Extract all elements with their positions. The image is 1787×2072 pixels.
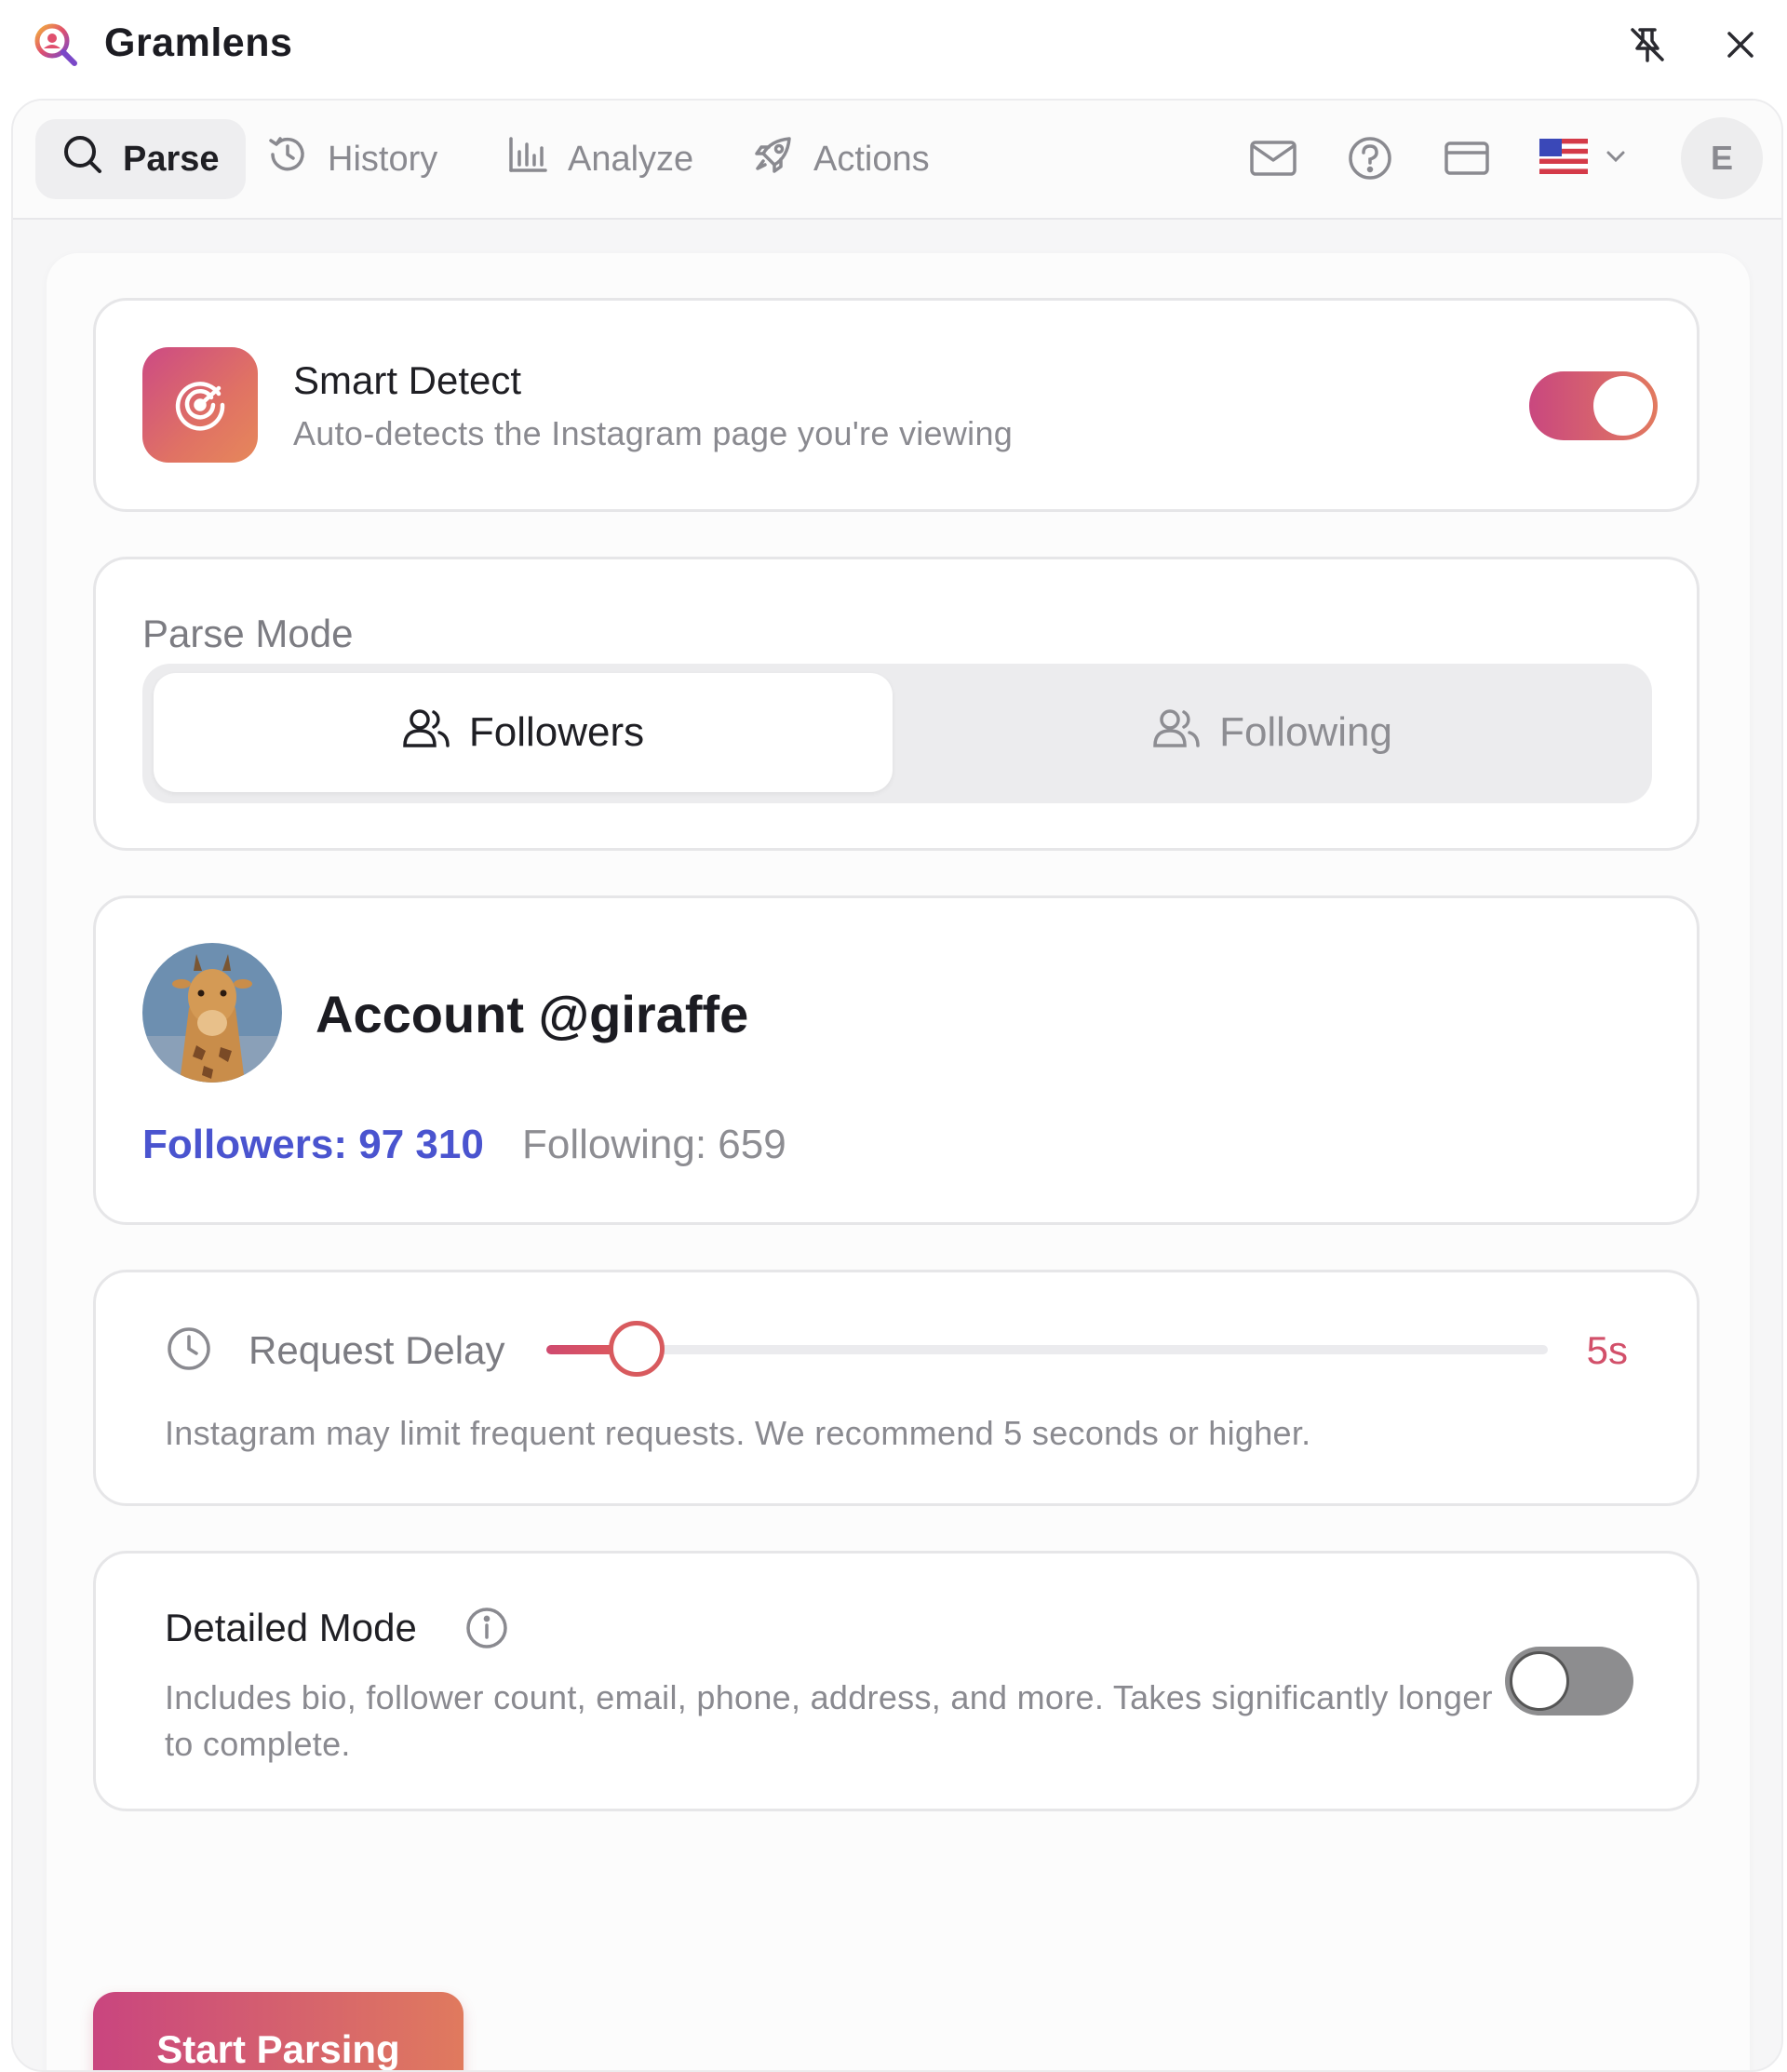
- tab-history[interactable]: History: [266, 119, 437, 199]
- tab-actions-label: Actions: [813, 139, 930, 179]
- rocket-icon: [752, 133, 813, 185]
- history-icon: [266, 133, 328, 185]
- close-icon[interactable]: [1714, 19, 1767, 71]
- users-icon: [402, 706, 469, 760]
- title-bar: Gramlens: [0, 0, 1787, 89]
- request-delay-value: 5s: [1586, 1328, 1628, 1372]
- detailed-mode-toggle[interactable]: [1505, 1647, 1633, 1715]
- nav-bar: Parse History Analyze Actions E: [13, 101, 1781, 220]
- smart-detect-card: Smart Detect Auto-detects the Instagram …: [93, 298, 1700, 512]
- gramlens-logo-icon: [32, 20, 80, 69]
- followers-option[interactable]: Followers: [154, 673, 893, 792]
- tab-analyze[interactable]: Analyze: [506, 119, 693, 199]
- extension-window: Parse History Analyze Actions E Smart De…: [11, 99, 1783, 2072]
- info-icon[interactable]: [464, 1606, 509, 1655]
- app-title: Gramlens: [104, 20, 293, 65]
- search-icon: [61, 133, 123, 185]
- following-option-label: Following: [1219, 709, 1392, 755]
- help-icon[interactable]: [1342, 130, 1398, 186]
- bar-chart-icon: [506, 133, 568, 185]
- parse-mode-label: Parse Mode: [142, 612, 354, 655]
- user-avatar[interactable]: E: [1681, 117, 1763, 199]
- parse-panel: Smart Detect Auto-detects the Instagram …: [47, 253, 1750, 2070]
- account-card: Account @giraffe Followers: 97 310 Follo…: [93, 895, 1700, 1225]
- card-icon[interactable]: [1439, 130, 1495, 186]
- us-flag-icon: [1539, 138, 1588, 179]
- account-title: Account @giraffe: [316, 985, 749, 1043]
- smart-detect-title: Smart Detect: [293, 358, 522, 402]
- unpin-icon[interactable]: [1621, 19, 1673, 71]
- chevron-down-icon: [1605, 149, 1627, 168]
- start-parsing-button[interactable]: Start Parsing: [93, 1992, 464, 2070]
- smart-detect-subtitle: Auto-detects the Instagram page you're v…: [293, 414, 1014, 452]
- tab-history-label: History: [328, 139, 438, 179]
- tab-parse[interactable]: Parse: [35, 119, 246, 199]
- request-delay-label: Request Delay: [249, 1328, 505, 1372]
- request-delay-card: Request Delay 5s Instagram may limit fre…: [93, 1270, 1700, 1506]
- tab-parse-label: Parse: [123, 139, 220, 179]
- detailed-mode-title: Detailed Mode: [165, 1606, 417, 1649]
- following-option[interactable]: Following: [893, 673, 1652, 792]
- account-avatar: [142, 943, 282, 1083]
- detailed-mode-card: Detailed Mode Includes bio, follower cou…: [93, 1551, 1700, 1811]
- detailed-mode-description: Includes bio, follower count, email, pho…: [165, 1678, 1493, 1763]
- toggle-knob: [1510, 1651, 1569, 1711]
- followers-count[interactable]: Followers: 97 310: [142, 1122, 484, 1168]
- slider-thumb[interactable]: [608, 1321, 665, 1377]
- clock-icon: [165, 1325, 213, 1378]
- language-select[interactable]: [1539, 128, 1642, 188]
- mail-icon[interactable]: [1245, 130, 1301, 186]
- tab-analyze-label: Analyze: [568, 139, 694, 179]
- radar-icon: [142, 347, 258, 463]
- request-delay-hint: Instagram may limit frequent requests. W…: [165, 1414, 1311, 1452]
- request-delay-slider[interactable]: [546, 1321, 1548, 1377]
- toggle-knob: [1593, 376, 1653, 436]
- parse-mode-card: Parse Mode Followers Following: [93, 557, 1700, 851]
- users-icon: [1152, 706, 1219, 760]
- tab-actions[interactable]: Actions: [752, 119, 930, 199]
- smart-detect-toggle[interactable]: [1529, 371, 1658, 440]
- parse-mode-segmented-control: Followers Following: [142, 664, 1652, 803]
- followers-option-label: Followers: [468, 709, 645, 755]
- following-count: Following: 659: [522, 1122, 786, 1167]
